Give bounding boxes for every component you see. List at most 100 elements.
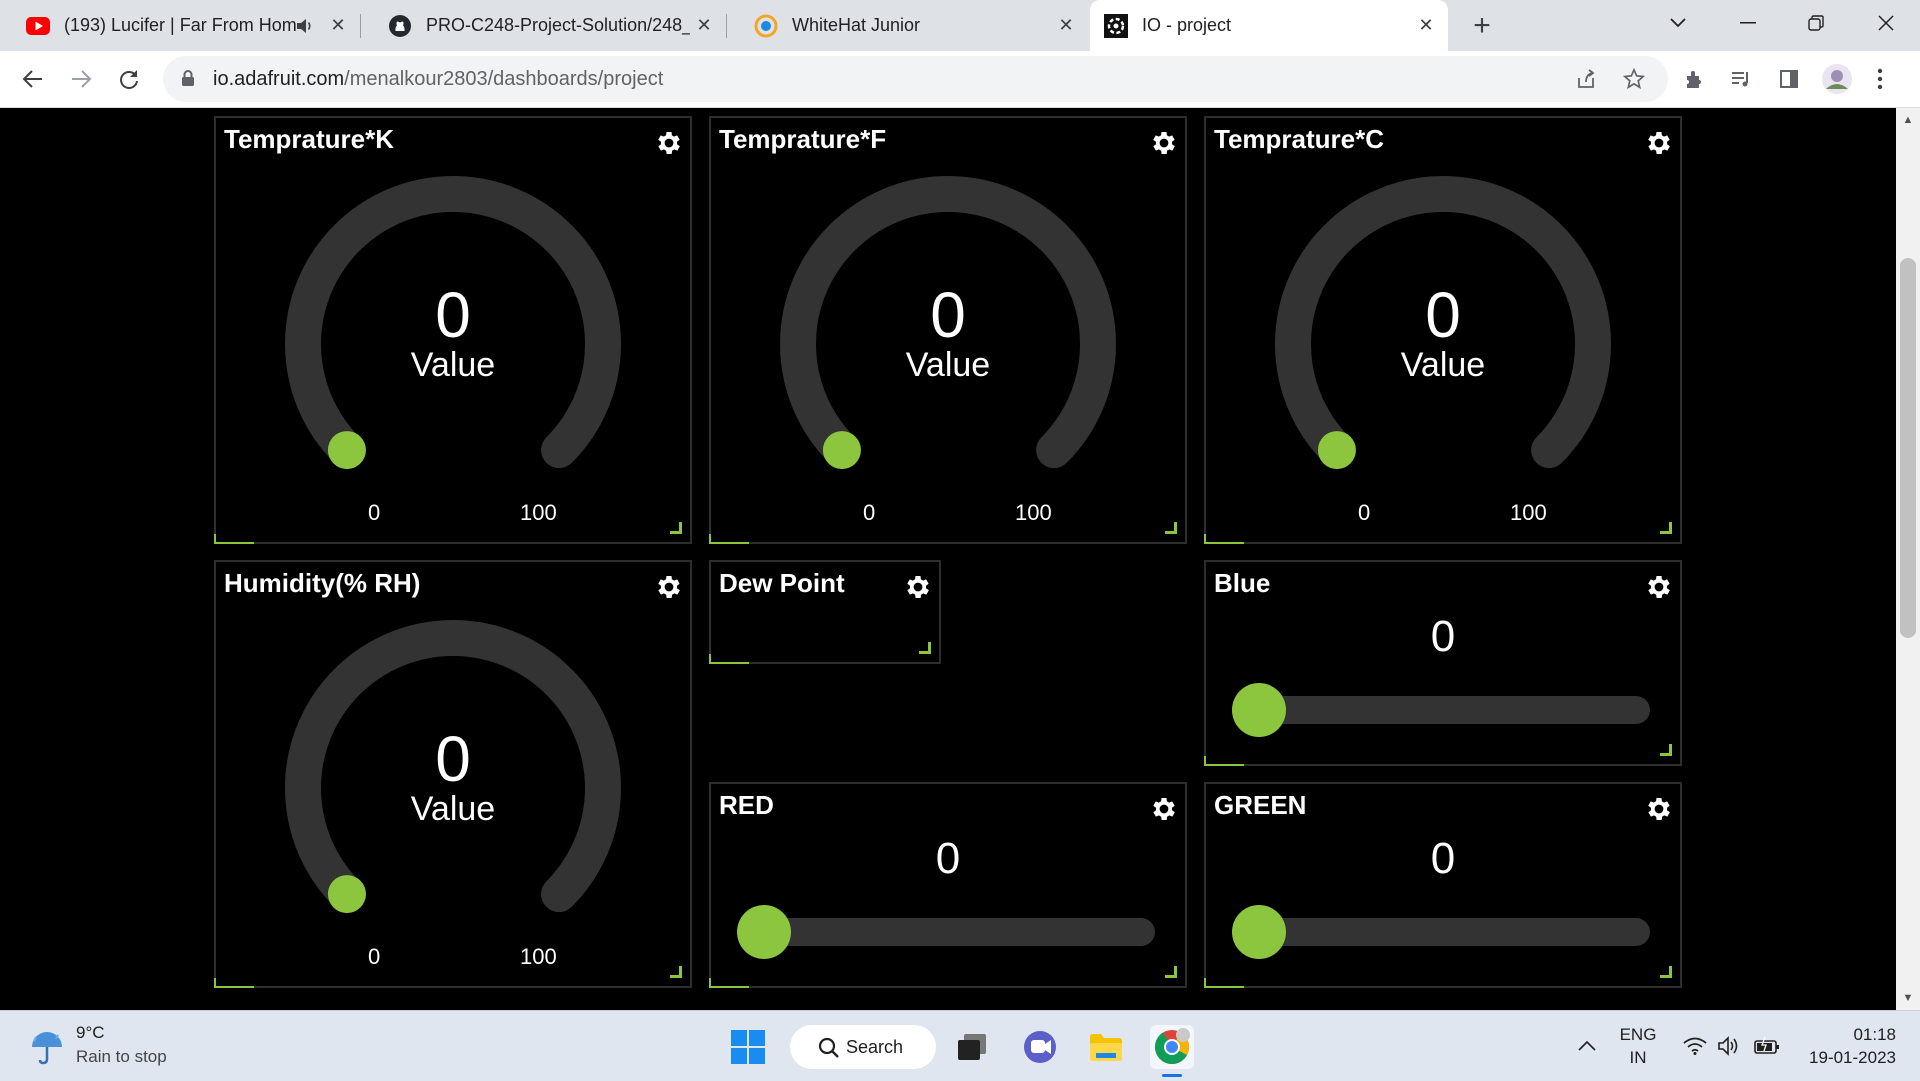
- resize-handle[interactable]: [670, 966, 682, 978]
- chrome-taskbar-icon[interactable]: [1150, 1025, 1194, 1077]
- gear-icon[interactable]: [1644, 572, 1674, 602]
- slider-handle[interactable]: [737, 905, 791, 959]
- resize-handle[interactable]: [1165, 966, 1177, 978]
- slider-value: 0: [1430, 834, 1456, 883]
- extensions-icon[interactable]: [1676, 60, 1714, 98]
- file-explorer-icon[interactable]: [1084, 1025, 1128, 1069]
- tab-title: (193) Lucifer | Far From Home: [64, 15, 296, 35]
- resize-handle[interactable]: [1660, 522, 1672, 534]
- resize-handle[interactable]: [1165, 522, 1177, 534]
- gauge-min-label: 0: [368, 500, 381, 525]
- close-tab-icon[interactable]: ✕: [690, 12, 718, 40]
- scroll-thumb[interactable]: [1900, 258, 1916, 638]
- gear-icon[interactable]: [1644, 794, 1674, 824]
- weather-description[interactable]: Rain to stop: [76, 1047, 167, 1067]
- page-scrollbar[interactable]: ▲ ▼: [1896, 108, 1920, 1010]
- input-language-indicator[interactable]: ENG IN: [1612, 1023, 1664, 1069]
- browser-toolbar: io.adafruit.com/menalkour2803/dashboards…: [0, 51, 1920, 108]
- gauge-max-label: 100: [520, 500, 557, 525]
- tab-whitehat[interactable]: WhiteHat Junior ✕: [740, 0, 1088, 51]
- slider-value: 0: [1430, 612, 1456, 661]
- gear-icon[interactable]: [1149, 794, 1179, 824]
- block-title: Blue: [1214, 568, 1271, 598]
- volume-icon[interactable]: [1714, 1011, 1744, 1081]
- slider-block-red[interactable]: RED 0: [709, 782, 1187, 988]
- weather-rain-icon[interactable]: [28, 1029, 66, 1070]
- search-icon: [818, 1037, 839, 1058]
- media-controls-icon[interactable]: [1722, 60, 1760, 98]
- wifi-icon[interactable]: [1680, 1011, 1710, 1081]
- slider-block-blue[interactable]: Blue 0: [1204, 560, 1682, 766]
- close-window-button[interactable]: [1856, 0, 1916, 46]
- close-tab-icon[interactable]: ✕: [1052, 12, 1080, 40]
- tab-strip: (193) Lucifer | Far From Home ✕ PRO-C248…: [0, 0, 1920, 51]
- slider-track[interactable]: [1236, 918, 1650, 946]
- gauge-label: Value: [410, 790, 496, 828]
- slider-track[interactable]: [741, 918, 1155, 946]
- gauge-indicator: [1317, 431, 1356, 470]
- task-view-icon[interactable]: [950, 1025, 994, 1069]
- tab-title: WhiteHat Junior: [792, 15, 921, 35]
- gauge-value: 0: [435, 279, 471, 351]
- lock-icon[interactable]: [181, 69, 195, 92]
- gauge-max-label: 100: [1510, 500, 1547, 525]
- close-tab-icon[interactable]: ✕: [324, 12, 352, 40]
- tab-youtube[interactable]: (193) Lucifer | Far From Home ✕: [12, 0, 361, 51]
- gauge-block-humidity[interactable]: Humidity(% RH) 0 Value 0 100: [214, 560, 692, 988]
- back-button[interactable]: [14, 60, 52, 98]
- minimize-button[interactable]: [1718, 0, 1778, 46]
- slider-value: 0: [935, 834, 961, 883]
- slider-handle[interactable]: [1232, 683, 1286, 737]
- slider-block-green[interactable]: GREEN 0: [1204, 782, 1682, 988]
- side-panel-icon[interactable]: [1770, 60, 1808, 98]
- taskbar-search[interactable]: Search: [790, 1025, 936, 1069]
- address-bar[interactable]: io.adafruit.com/menalkour2803/dashboards…: [163, 56, 1668, 102]
- resize-handle[interactable]: [1660, 966, 1672, 978]
- block-title: Dew Point: [719, 568, 845, 598]
- profile-avatar[interactable]: [1818, 60, 1856, 98]
- whitehat-icon: [754, 14, 778, 38]
- slider-track[interactable]: [1236, 696, 1650, 724]
- close-tab-icon[interactable]: ✕: [1412, 12, 1440, 40]
- weather-temperature[interactable]: 9°C: [76, 1023, 105, 1043]
- show-hidden-icons-chevron[interactable]: [1570, 1011, 1604, 1081]
- gauge-block-celsius[interactable]: Temprature*C 0 Value 0 100: [1204, 116, 1682, 544]
- windows-start-icon[interactable]: [726, 1025, 770, 1069]
- gear-icon[interactable]: [903, 572, 933, 602]
- new-tab-button[interactable]: +: [1464, 8, 1500, 44]
- github-icon: [388, 14, 412, 38]
- text-block-dew-point[interactable]: Dew Point: [709, 560, 941, 664]
- taskbar-clock[interactable]: 01:18 19-01-2023: [1796, 1023, 1896, 1069]
- resize-handle[interactable]: [919, 642, 931, 654]
- block-title: RED: [719, 790, 774, 820]
- resize-handle[interactable]: [670, 522, 682, 534]
- scroll-up-arrow[interactable]: ▲: [1902, 114, 1914, 126]
- bookmark-star-icon[interactable]: [1619, 64, 1649, 94]
- share-icon[interactable]: [1571, 64, 1601, 94]
- resize-handle[interactable]: [1660, 744, 1672, 756]
- gauge-indicator: [327, 431, 366, 470]
- gauge-max-label: 100: [520, 944, 557, 969]
- block-title: GREEN: [1214, 790, 1307, 820]
- teams-chat-icon[interactable]: [1018, 1025, 1062, 1069]
- speaker-icon[interactable]: [296, 18, 318, 34]
- windows-taskbar: 9°C Rain to stop Search ENG IN 01:18 19-…: [0, 1010, 1920, 1081]
- scroll-down-arrow[interactable]: ▼: [1902, 992, 1914, 1004]
- tab-io-project[interactable]: IO - project ✕: [1090, 0, 1448, 51]
- gauge-block-kelvin[interactable]: Temprature*K 0 Value 0 100: [214, 116, 692, 544]
- tab-github[interactable]: PRO-C248-Project-Solution/248_ ✕: [374, 0, 727, 51]
- tab-search-icon[interactable]: [1648, 0, 1708, 46]
- restore-button[interactable]: [1786, 0, 1846, 46]
- battery-icon[interactable]: [1750, 1011, 1784, 1081]
- slider-handle[interactable]: [1232, 905, 1286, 959]
- gauge-block-fahrenheit[interactable]: Temprature*F 0 Value 0 100: [709, 116, 1187, 544]
- dashboard-viewport: Temprature*K 0 Value 0 100 Temprature*F …: [0, 108, 1896, 1010]
- gauge-min-label: 0: [368, 944, 381, 969]
- chrome-menu-icon[interactable]: [1868, 60, 1892, 98]
- tab-title: IO - project: [1142, 15, 1232, 35]
- gauge-value: 0: [1425, 279, 1461, 351]
- reload-button[interactable]: [110, 60, 148, 98]
- forward-button[interactable]: [62, 60, 100, 98]
- url-text[interactable]: io.adafruit.com/menalkour2803/dashboards…: [213, 68, 663, 91]
- search-label: Search: [846, 1036, 904, 1057]
